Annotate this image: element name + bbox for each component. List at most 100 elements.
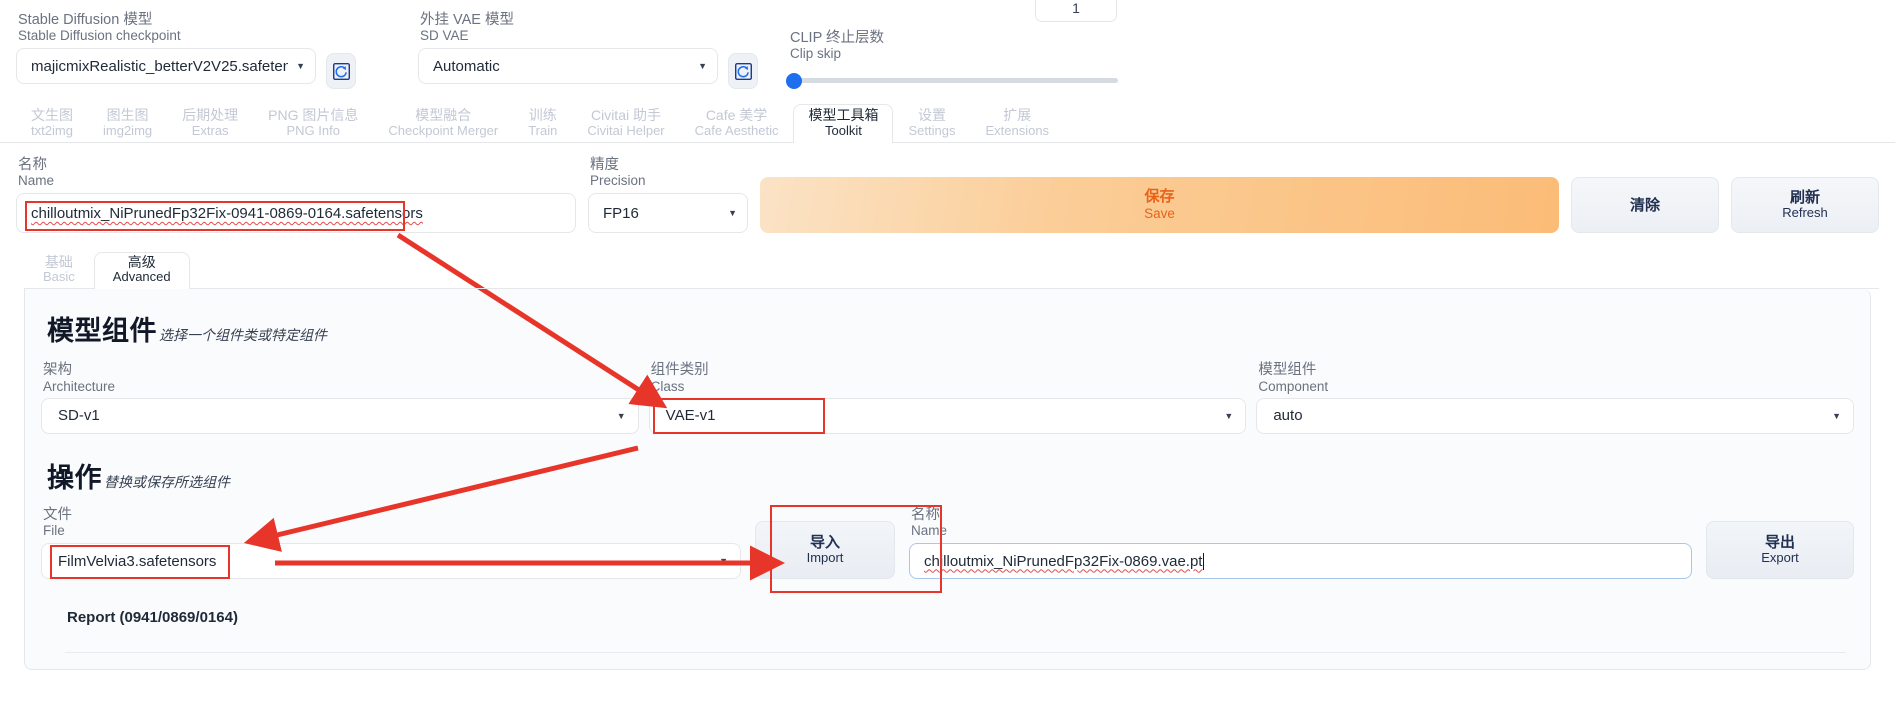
tab-txt2img[interactable]: 文生图 txt2img — [16, 104, 88, 143]
toolkit-subtab-bar: 基础 Basic 高级 Advanced — [24, 251, 1879, 290]
report-heading: Report (0941/0869/0164) — [67, 609, 238, 627]
clear-button-label-cn: 清除 — [1629, 196, 1660, 214]
checkpoint-refresh-button[interactable] — [326, 53, 356, 89]
component-label-en: Component — [1258, 378, 1329, 394]
vae-label: 外挂 VAE 模型 SD VAE — [418, 12, 718, 43]
clip-skip-value: 1 — [1072, 0, 1080, 16]
tab-civitai-helper[interactable]: Civitai 助手 Civitai Helper — [572, 104, 679, 143]
save-button[interactable]: 保存 Save — [760, 177, 1559, 234]
tab-toolkit[interactable]: 模型工具箱 Toolkit — [793, 104, 894, 143]
text-cursor — [1203, 552, 1205, 570]
subtab-label-en: Basic — [43, 269, 75, 285]
tab-train[interactable]: 训练 Train — [513, 104, 572, 143]
save-button-label-cn: 保存 — [1144, 188, 1175, 206]
component-select[interactable]: auto ▼ — [1256, 397, 1855, 434]
component-value: auto — [1273, 407, 1303, 425]
operations-section-heading: 操作 替换或保存所选组件 — [47, 456, 1854, 495]
architecture-value: SD-v1 — [58, 407, 100, 425]
chevron-down-icon: ▼ — [1224, 410, 1234, 421]
toolkit-header-row: 名称 Name chilloutmix_NiPrunedFp32Fix-0941… — [16, 157, 1879, 234]
clip-skip-number-input[interactable]: 1 — [1035, 0, 1117, 22]
tab-label-en: Extensions — [985, 122, 1050, 138]
toolkit-name-field: 名称 Name chilloutmix_NiPrunedFp32Fix-0941… — [16, 157, 576, 234]
file-select[interactable]: FilmVelvia3.safetensors ▼ — [41, 543, 741, 580]
tab-settings[interactable]: 设置 Settings — [893, 104, 970, 143]
chevron-down-icon: ▼ — [1832, 410, 1842, 421]
import-button[interactable]: 导入 Import — [755, 521, 895, 580]
tab-label-en: txt2img — [31, 122, 73, 138]
clip-skip-field: CLIP 终止层数 Clip skip 1 — [786, 0, 1118, 89]
refresh-icon — [332, 62, 350, 80]
save-button-label-en: Save — [1144, 206, 1175, 222]
tab-img2img[interactable]: 图生图 img2img — [88, 104, 167, 143]
tab-label-en: Civitai Helper — [587, 122, 665, 138]
operations-section-subtitle: 替换或保存所选组件 — [104, 473, 230, 490]
toolkit-name-label: 名称 Name — [16, 157, 576, 188]
file-label: 文件 File — [41, 507, 741, 538]
subtab-basic[interactable]: 基础 Basic — [24, 252, 94, 290]
class-value: VAE-v1 — [665, 407, 716, 425]
tab-png-info[interactable]: PNG 图片信息 PNG Info — [253, 104, 373, 143]
tab-label-cn: 后期处理 — [182, 107, 239, 124]
tab-extras[interactable]: 后期处理 Extras — [167, 104, 253, 143]
tab-label-en: Extras — [191, 122, 229, 138]
subtab-advanced[interactable]: 高级 Advanced — [93, 251, 190, 290]
precision-select[interactable]: FP16 ▼ — [588, 193, 748, 234]
operations-section-title: 操作 — [47, 462, 102, 493]
operations-row: 文件 File FilmVelvia3.safetensors ▼ 导入 Imp… — [41, 507, 1854, 580]
advanced-card: 模型组件 选择一个组件类或特定组件 架构 Architecture SD-v1 … — [24, 289, 1871, 671]
clip-skip-label-cn: CLIP 终止层数 — [790, 30, 885, 46]
checkpoint-select[interactable]: majicmixRealistic_betterV2V25.safetensor… — [16, 48, 316, 85]
checkpoint-value: majicmixRealistic_betterV2V25.safetensor… — [31, 57, 289, 75]
tab-label-en: img2img — [103, 122, 153, 138]
tab-cafe-aesthetic[interactable]: Cafe 美学 Cafe Aesthetic — [680, 104, 794, 143]
refresh-button-label-cn: 刷新 — [1789, 189, 1820, 207]
toolkit-name-value: chilloutmix_NiPrunedFp32Fix-0941-0869-01… — [31, 204, 423, 222]
tab-checkpoint-merger[interactable]: 模型融合 Checkpoint Merger — [373, 104, 513, 143]
tab-label-cn: 文生图 — [31, 107, 73, 124]
architecture-select[interactable]: SD-v1 ▼ — [41, 397, 639, 434]
toolkit-name-input[interactable]: chilloutmix_NiPrunedFp32Fix-0941-0869-01… — [16, 193, 576, 234]
vae-field: 外挂 VAE 模型 SD VAE Automatic ▼ — [418, 12, 718, 85]
toolkit-panel: 名称 Name chilloutmix_NiPrunedFp32Fix-0941… — [0, 143, 1895, 671]
report-divider — [65, 652, 1846, 654]
class-label: 组件类别 Class — [649, 362, 1247, 393]
tab-extensions[interactable]: 扩展 Extensions — [970, 104, 1064, 143]
vae-select[interactable]: Automatic ▼ — [418, 48, 718, 85]
export-name-label-en: Name — [911, 522, 948, 538]
checkpoint-label-en: Stable Diffusion checkpoint — [18, 28, 181, 44]
tab-label-en: Checkpoint Merger — [388, 122, 499, 138]
chevron-down-icon: ▼ — [616, 410, 626, 421]
tab-label-cn: 设置 — [917, 107, 946, 124]
precision-value: FP16 — [603, 204, 639, 222]
refresh-button[interactable]: 刷新 Refresh — [1731, 177, 1879, 234]
components-section-subtitle: 选择一个组件类或特定组件 — [159, 327, 327, 344]
export-button-label-en: Export — [1761, 550, 1799, 566]
checkpoint-field: Stable Diffusion 模型 Stable Diffusion che… — [16, 12, 316, 85]
tab-label-cn: Cafe 美学 — [705, 107, 768, 124]
tab-label-en: Toolkit — [825, 122, 862, 138]
chevron-down-icon: ▼ — [728, 208, 737, 219]
chevron-down-icon: ▼ — [698, 61, 707, 72]
subtab-label-cn: 高级 — [127, 253, 156, 270]
toolkit-name-label-en: Name — [18, 173, 55, 189]
tab-label-cn: 训练 — [528, 107, 557, 124]
export-name-input[interactable]: chilloutmix_NiPrunedFp32Fix-0869.vae.pt — [909, 543, 1692, 580]
tab-label-en: Train — [528, 122, 558, 138]
precision-label-en: Precision — [590, 173, 646, 189]
import-button-label-en: Import — [806, 550, 844, 566]
top-toolbar: Stable Diffusion 模型 Stable Diffusion che… — [0, 0, 1895, 89]
export-button[interactable]: 导出 Export — [1706, 521, 1854, 580]
file-value: FilmVelvia3.safetensors — [58, 552, 217, 570]
file-label-cn: 文件 — [43, 506, 72, 523]
clear-button[interactable]: 清除 — [1571, 177, 1719, 234]
clip-skip-slider-handle[interactable] — [786, 72, 802, 89]
vae-value: Automatic — [433, 57, 500, 75]
subtab-label-en: Advanced — [112, 269, 171, 285]
class-select[interactable]: VAE-v1 ▼ — [648, 397, 1247, 434]
vae-refresh-button[interactable] — [728, 53, 758, 89]
clip-skip-slider[interactable] — [786, 72, 1118, 89]
refresh-icon — [734, 62, 752, 80]
architecture-label: 架构 Architecture — [41, 362, 639, 393]
chevron-down-icon: ▼ — [296, 61, 305, 72]
